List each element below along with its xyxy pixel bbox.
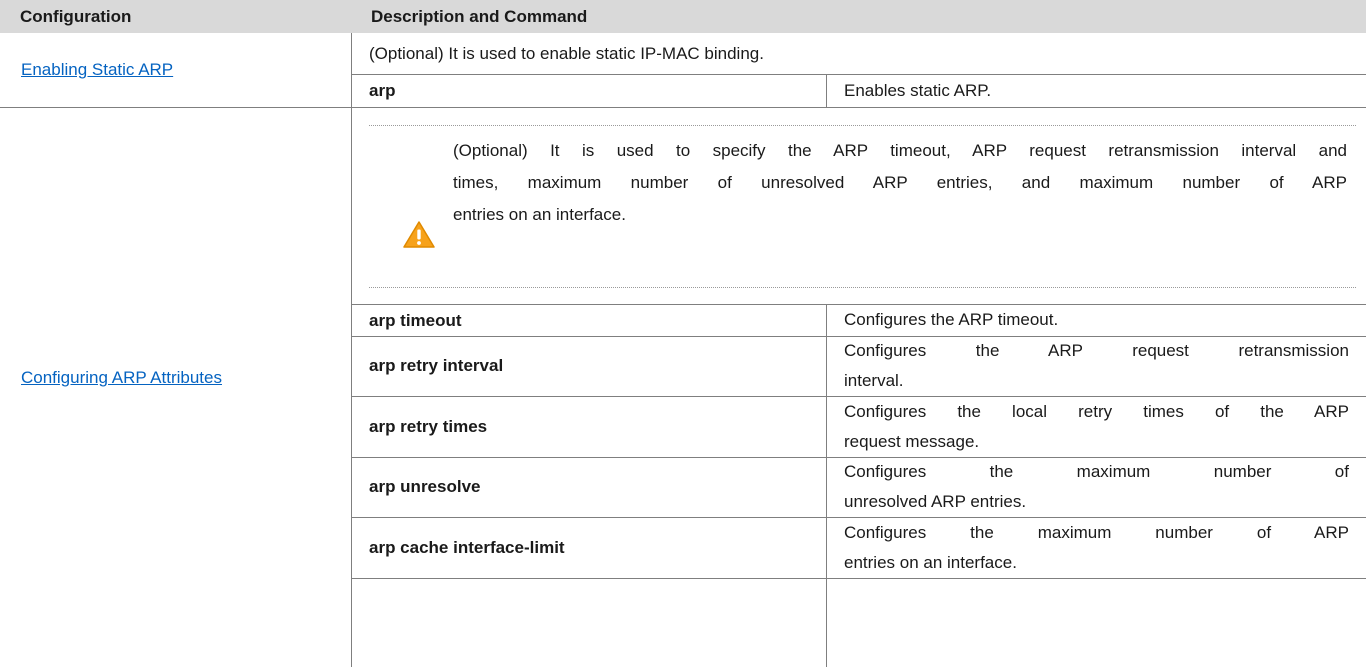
command-arp-cache-interface-limit: arp cache interface-limit (369, 538, 565, 557)
column-divider (826, 304, 827, 667)
description-line: interval. (844, 371, 904, 390)
description-line: Configures the maximum number of (844, 462, 1349, 481)
command-description: Configures the ARP request retransmissio… (844, 336, 1349, 396)
link-configuring-arp-attributes[interactable]: Configuring ARP Attributes (21, 368, 222, 388)
command-arp-timeout: arp timeout (369, 311, 462, 330)
warning-note: (Optional) It is used to specify the ARP… (453, 135, 1347, 231)
note-line: times, maximum number of unresolved ARP … (453, 173, 1347, 192)
link-enabling-static-arp[interactable]: Enabling Static ARP (21, 60, 173, 80)
row-divider (0, 107, 1366, 108)
description-line: request message. (844, 432, 980, 451)
column-divider (351, 33, 352, 667)
note-line: entries on an interface. (453, 205, 626, 224)
command-arp: arp (369, 81, 396, 100)
description-line: Configures the ARP request retransmissio… (844, 341, 1349, 360)
description-line: unresolved ARP entries. (844, 492, 1027, 511)
command-arp-retry-times: arp retry times (369, 417, 488, 436)
command-arp-unresolve: arp unresolve (369, 477, 481, 496)
header-description-and-command: Description and Command (351, 0, 1366, 33)
command-description: Configures the maximum number of unresol… (844, 457, 1349, 517)
description-line: entries on an interface. (844, 553, 1017, 572)
configuration-table: Configuration Description and Command En… (0, 0, 1366, 667)
note-bottom-border (369, 287, 1356, 288)
header-configuration: Configuration (0, 0, 351, 33)
description-line: Configures the maximum number of ARP (844, 523, 1349, 542)
description-line: Configures the ARP timeout. (844, 310, 1059, 329)
note-line: (Optional) It is used to specify the ARP… (453, 141, 1347, 160)
row-divider (351, 74, 1366, 75)
command-description: Configures the ARP timeout. (844, 305, 1349, 335)
command-description: Configures the local retry times of the … (844, 397, 1349, 457)
warning-triangle-icon (403, 221, 435, 248)
command-arp-retry-interval: arp retry interval (369, 356, 504, 375)
row-divider (351, 578, 1366, 579)
note-text: (Optional) It is used to enable static I… (369, 44, 764, 63)
note-top-border (369, 125, 1356, 126)
column-divider (826, 74, 827, 107)
command-description: Configures the maximum number of ARP ent… (844, 518, 1349, 578)
description-line: Configures the local retry times of the … (844, 402, 1349, 421)
command-description: Enables static ARP. (844, 81, 992, 100)
